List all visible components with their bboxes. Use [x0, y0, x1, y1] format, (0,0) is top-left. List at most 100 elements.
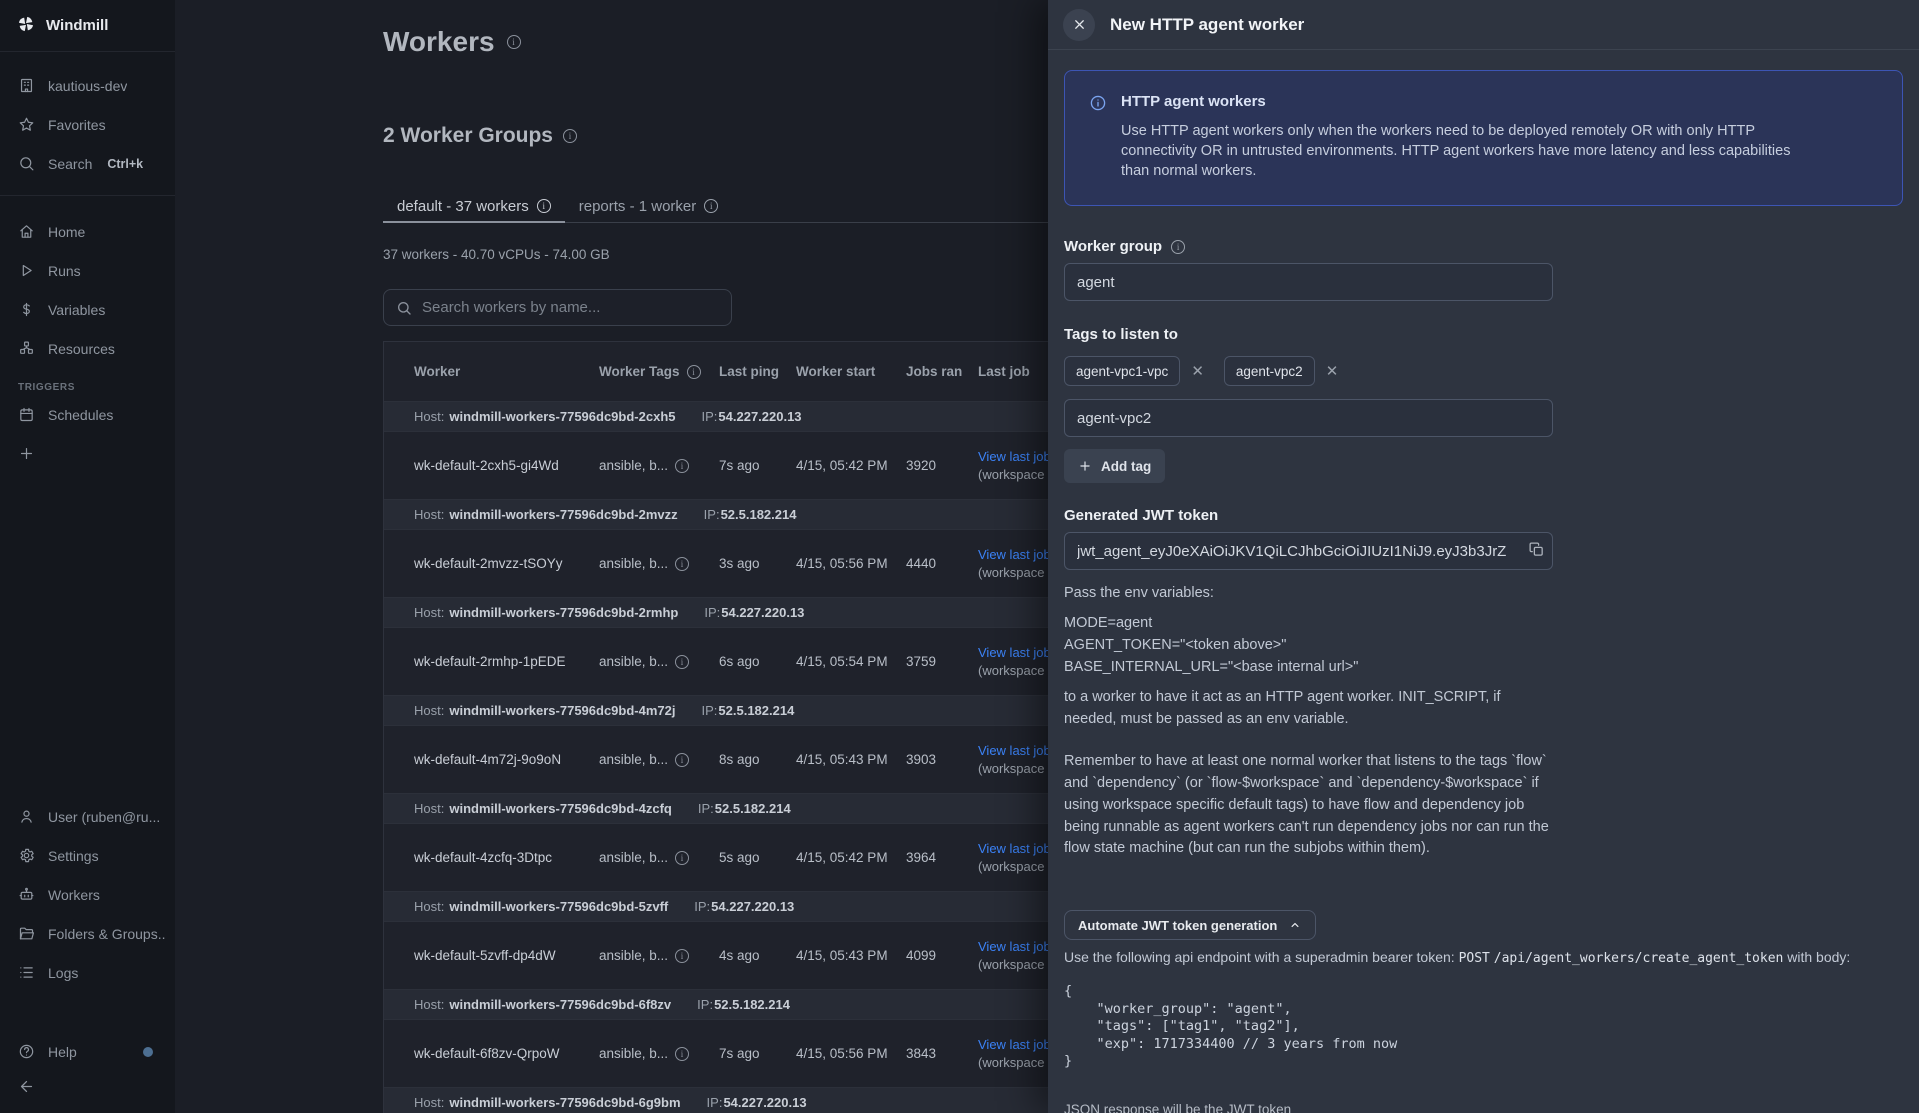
info-icon[interactable] [563, 129, 577, 143]
close-icon [1072, 17, 1087, 32]
host-ip: IP:54.227.220.13 [702, 409, 802, 424]
sidebar: Windmill kautious-dev Favorites Search C… [0, 0, 175, 1113]
info-icon[interactable] [675, 949, 689, 963]
sidebar-workspace-section: kautious-dev Favorites Search Ctrl+k [0, 52, 175, 183]
last-job-workspace: (workspace [978, 859, 1044, 874]
automate-jwt-label: Automate JWT token generation [1078, 918, 1277, 933]
last-ping-cell: 3s ago [719, 556, 796, 571]
host-prefix: Host: [414, 997, 444, 1012]
tags-label: Tags to listen to [1064, 326, 1903, 343]
info-box-body: Use HTTP agent workers only when the wor… [1121, 121, 1821, 181]
drawer-header: New HTTP agent worker [1048, 0, 1919, 50]
info-icon[interactable] [675, 459, 689, 473]
play-icon [18, 262, 35, 279]
worker-name: wk-default-2rmhp-1pEDE [414, 654, 599, 669]
pass-env-text: Pass the env variables: [1064, 583, 1556, 605]
jobs-ran-cell: 3843 [906, 1046, 978, 1061]
view-last-job-link[interactable]: View last job [978, 743, 1051, 758]
sidebar-item-help[interactable]: Help [0, 1032, 175, 1071]
new-http-agent-worker-drawer: New HTTP agent worker HTTP agent workers… [1048, 0, 1919, 1113]
sidebar-item-schedules[interactable]: Schedules [0, 395, 175, 434]
remove-tag-button[interactable]: ✕ [1191, 364, 1204, 379]
last-job-workspace: (workspace [978, 663, 1044, 678]
sidebar-item-workers[interactable]: Workers [0, 875, 175, 914]
view-last-job-link[interactable]: View last job [978, 841, 1051, 856]
worker-start-cell: 4/15, 05:43 PM [796, 948, 906, 963]
sidebar-item-variables[interactable]: Variables [0, 290, 175, 329]
sidebar-item-resources[interactable]: Resources [0, 329, 175, 368]
remove-tag-button[interactable]: ✕ [1326, 364, 1339, 379]
worker-start-cell: 4/15, 05:56 PM [796, 1046, 906, 1061]
brand[interactable]: Windmill [0, 0, 175, 52]
sidebar-item-home[interactable]: Home [0, 212, 175, 251]
copy-token-button[interactable] [1528, 541, 1545, 561]
tab-label: reports - 1 worker [579, 198, 697, 215]
sidebar-item-search[interactable]: Search Ctrl+k [0, 144, 175, 183]
jwt-token-field [1064, 532, 1553, 570]
search-workers-input[interactable] [422, 299, 719, 316]
info-icon[interactable] [675, 655, 689, 669]
brand-label: Windmill [46, 17, 108, 34]
add-tag-label: Add tag [1101, 459, 1151, 474]
jobs-ran-cell: 4440 [906, 556, 978, 571]
column-header: Worker Tags [599, 364, 719, 379]
jobs-ran-cell: 3759 [906, 654, 978, 669]
info-icon[interactable] [1171, 240, 1185, 254]
sidebar-collapse-button[interactable] [0, 1071, 175, 1107]
view-last-job-link[interactable]: View last job [978, 449, 1051, 464]
api-endpoint-instructions: Use the following api endpoint with a su… [1064, 949, 1903, 966]
host-prefix: Host: [414, 899, 444, 914]
worker-groups-title-text: 2 Worker Groups [383, 124, 553, 148]
info-box-title: HTTP agent workers [1121, 93, 1821, 110]
drawer-body: HTTP agent workers Use HTTP agent worker… [1048, 50, 1919, 1113]
view-last-job-link[interactable]: View last job [978, 547, 1051, 562]
sidebar-item-logs[interactable]: Logs [0, 953, 175, 992]
host-prefix: Host: [414, 507, 444, 522]
sidebar-item-folders-groups[interactable]: Folders & Groups... [0, 914, 175, 953]
building-icon [18, 77, 35, 94]
info-icon[interactable] [675, 1047, 689, 1061]
worker-tags-cell: ansible, b... [599, 752, 719, 767]
tab-reports[interactable]: reports - 1 worker [565, 191, 733, 223]
boxes-icon [18, 340, 35, 357]
view-last-job-link[interactable]: View last job [978, 939, 1051, 954]
info-icon[interactable] [675, 753, 689, 767]
json-response-note: JSON response will be the JWT token [1064, 1102, 1903, 1113]
home-icon [18, 223, 35, 240]
worker-groups-title: 2 Worker Groups [383, 124, 577, 148]
sidebar-triggers-heading: TRIGGERS [0, 368, 175, 395]
close-drawer-button[interactable] [1063, 9, 1095, 41]
add-tag-button[interactable]: Add tag [1064, 449, 1165, 483]
automate-jwt-toggle[interactable]: Automate JWT token generation [1064, 910, 1316, 940]
sidebar-item-plus[interactable] [0, 434, 175, 473]
column-header: Jobs ran [906, 364, 978, 379]
gear-icon [18, 847, 35, 864]
host-prefix: Host: [414, 605, 444, 620]
app-root: Windmill kautious-dev Favorites Search C… [0, 0, 1919, 1113]
folder-icon [18, 925, 35, 942]
info-icon[interactable] [675, 557, 689, 571]
worker-name: wk-default-5zvff-dp4dW [414, 948, 599, 963]
new-tag-input[interactable] [1064, 399, 1553, 437]
view-last-job-link[interactable]: View last job [978, 1037, 1051, 1052]
sidebar-item-user-ruben-ru[interactable]: User (ruben@ru... [0, 797, 175, 836]
jobs-ran-cell: 3903 [906, 752, 978, 767]
info-icon[interactable] [675, 851, 689, 865]
view-last-job-link[interactable]: View last job [978, 645, 1051, 660]
column-header: Last ping [719, 364, 796, 379]
workers-summary: 37 workers - 40.70 vCPUs - 74.00 GB [383, 247, 610, 262]
worker-start-cell: 4/15, 05:54 PM [796, 654, 906, 669]
host-name: windmill-workers-77596dc9bd-4m72j [449, 703, 675, 718]
sidebar-item-kautious-dev[interactable]: kautious-dev [0, 66, 175, 105]
column-header: Worker start [796, 364, 906, 379]
info-icon[interactable] [507, 35, 521, 49]
sidebar-item-settings[interactable]: Settings [0, 836, 175, 875]
host-prefix: Host: [414, 409, 444, 424]
jwt-token-input[interactable] [1064, 532, 1553, 570]
http-method: POST [1459, 951, 1490, 966]
worker-group-input[interactable] [1064, 263, 1553, 301]
sidebar-item-favorites[interactable]: Favorites [0, 105, 175, 144]
tab-default[interactable]: default - 37 workers [383, 191, 565, 223]
sidebar-item-runs[interactable]: Runs [0, 251, 175, 290]
last-ping-cell: 4s ago [719, 948, 796, 963]
